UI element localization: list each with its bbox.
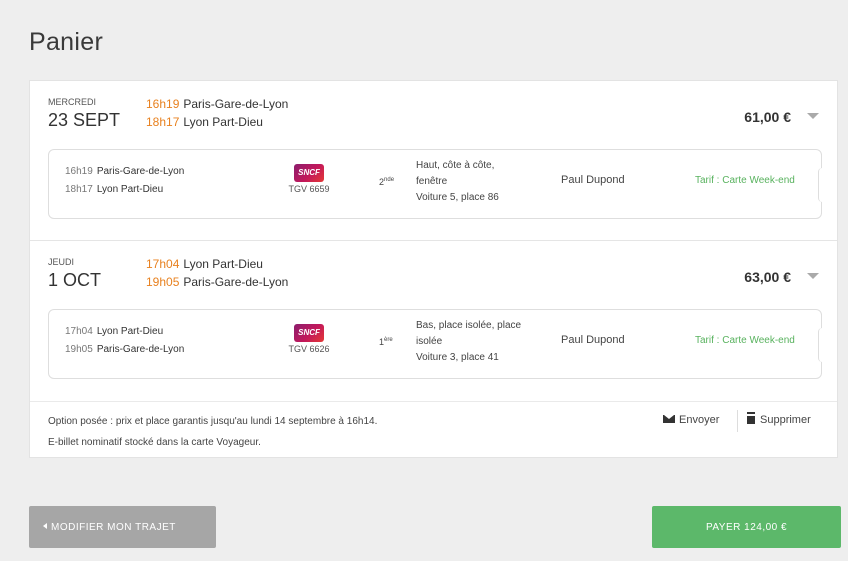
segment-card: 16h19 Paris-Gare-de-Lyon 18h17 Lyon Part-D… bbox=[48, 149, 822, 219]
cart-footer: Option posée : prix et place garantis ju… bbox=[30, 401, 837, 459]
seat-details: Bas, place isolée, place isolée Voiture … bbox=[416, 320, 522, 363]
segment-departure-station: Lyon Part-Dieu bbox=[96, 326, 164, 337]
fare-type: Tarif : Carte Week-end bbox=[695, 335, 795, 346]
journey-weekday: JEUDI bbox=[48, 257, 75, 267]
journey-date: 23 SEPT bbox=[48, 110, 121, 130]
sncf-logo: SNCF bbox=[294, 324, 324, 342]
fare-type: Tarif : Carte Week-end bbox=[695, 175, 795, 186]
journey-price: 61,00 € bbox=[744, 109, 791, 125]
chevron-down-icon[interactable] bbox=[807, 113, 819, 119]
travel-class: 2nde bbox=[379, 177, 395, 187]
departure-station: Lyon Part-Dieu bbox=[183, 257, 263, 271]
sncf-logo: SNCF bbox=[294, 164, 324, 182]
travel-class: 1ère bbox=[379, 337, 393, 347]
segment-card: 17h04 Lyon Part-Dieu 19h05 Paris-Gare-de-L… bbox=[48, 309, 822, 379]
train-number: TGV 6626 bbox=[288, 344, 330, 354]
segment-times: 17h04 Lyon Part-Dieu 19h05 Paris-Gare-de-L… bbox=[65, 323, 184, 359]
back-triangle-icon bbox=[43, 522, 47, 529]
journey-times: 17h04 Lyon Part-Dieu 19h05 Paris-Gare-de-L… bbox=[146, 255, 288, 291]
passenger-name: Paul Dupond bbox=[561, 334, 625, 346]
segment-departure-time: 16h19 bbox=[65, 166, 93, 177]
send-label: Envoyer bbox=[679, 414, 720, 426]
chevron-down-icon[interactable] bbox=[807, 273, 819, 279]
passenger-name: Paul Dupond bbox=[561, 174, 625, 186]
send-button[interactable]: Envoyer bbox=[663, 414, 719, 426]
segment-arrival-time: 19h05 bbox=[65, 344, 93, 355]
segment-departure-time: 17h04 bbox=[65, 326, 93, 337]
arrival-time: 18h17 bbox=[146, 115, 180, 129]
arrival-station: Paris-Gare-de-Lyon bbox=[183, 275, 289, 289]
cart-panel: MERCREDI 23 SEPT 16h19 Paris-Gare-de-Lyon… bbox=[29, 80, 838, 458]
modify-trip-label: MODIFIER MON TRAJET bbox=[51, 521, 176, 533]
departure-station: Paris-Gare-de-Lyon bbox=[183, 97, 289, 111]
departure-time: 16h19 bbox=[146, 97, 180, 111]
option-note: Option posée : prix et place garantis ju… bbox=[48, 416, 378, 427]
journey-weekday: MERCREDI bbox=[48, 97, 97, 107]
delete-button[interactable]: Supprimer bbox=[747, 414, 811, 426]
arrival-station: Lyon Part-Dieu bbox=[183, 115, 263, 129]
journey-outbound[interactable]: MERCREDI 23 SEPT 16h19 Paris-Gare-de-Lyon… bbox=[30, 81, 837, 241]
segment-departure-station: Paris-Gare-de-Lyon bbox=[96, 166, 185, 177]
segment-times: 16h19 Paris-Gare-de-Lyon 18h17 Lyon Part-D… bbox=[65, 163, 184, 199]
pay-label: PAYER 124,00 € bbox=[705, 521, 788, 533]
segment-notch bbox=[818, 168, 822, 202]
segment-arrival-station: Paris-Gare-de-Lyon bbox=[96, 344, 185, 355]
seat-details: Haut, côte à côte, fenêtre Voiture 5, pl… bbox=[416, 160, 499, 203]
journey-return[interactable]: JEUDI 1 OCT 17h04 Lyon Part-Dieu 19h05 Par… bbox=[30, 241, 837, 401]
modify-trip-button[interactable]: MODIFIER MON TRAJET bbox=[29, 506, 216, 548]
journey-times: 16h19 Paris-Gare-de-Lyon 18h17 Lyon Part-D… bbox=[146, 95, 288, 131]
journey-date: 1 OCT bbox=[48, 270, 102, 290]
pay-button[interactable]: PAYER 124,00 € bbox=[652, 506, 841, 548]
segment-notch bbox=[818, 328, 822, 362]
page-title: Panier bbox=[29, 28, 104, 56]
segment-arrival-station: Lyon Part-Dieu bbox=[96, 184, 164, 195]
envelope-icon bbox=[663, 415, 675, 423]
train-info: SNCF TGV 6626 bbox=[287, 322, 331, 354]
journey-price: 63,00 € bbox=[744, 269, 791, 285]
trash-icon bbox=[747, 414, 755, 424]
delete-label: Supprimer bbox=[760, 414, 811, 426]
train-number: TGV 6659 bbox=[288, 184, 330, 194]
ticket-note: E-billet nominatif stocké dans la carte … bbox=[48, 437, 261, 448]
divider bbox=[737, 410, 738, 432]
departure-time: 17h04 bbox=[146, 257, 180, 271]
train-info: SNCF TGV 6659 bbox=[287, 162, 331, 194]
segment-arrival-time: 18h17 bbox=[65, 184, 93, 195]
arrival-time: 19h05 bbox=[146, 275, 180, 289]
